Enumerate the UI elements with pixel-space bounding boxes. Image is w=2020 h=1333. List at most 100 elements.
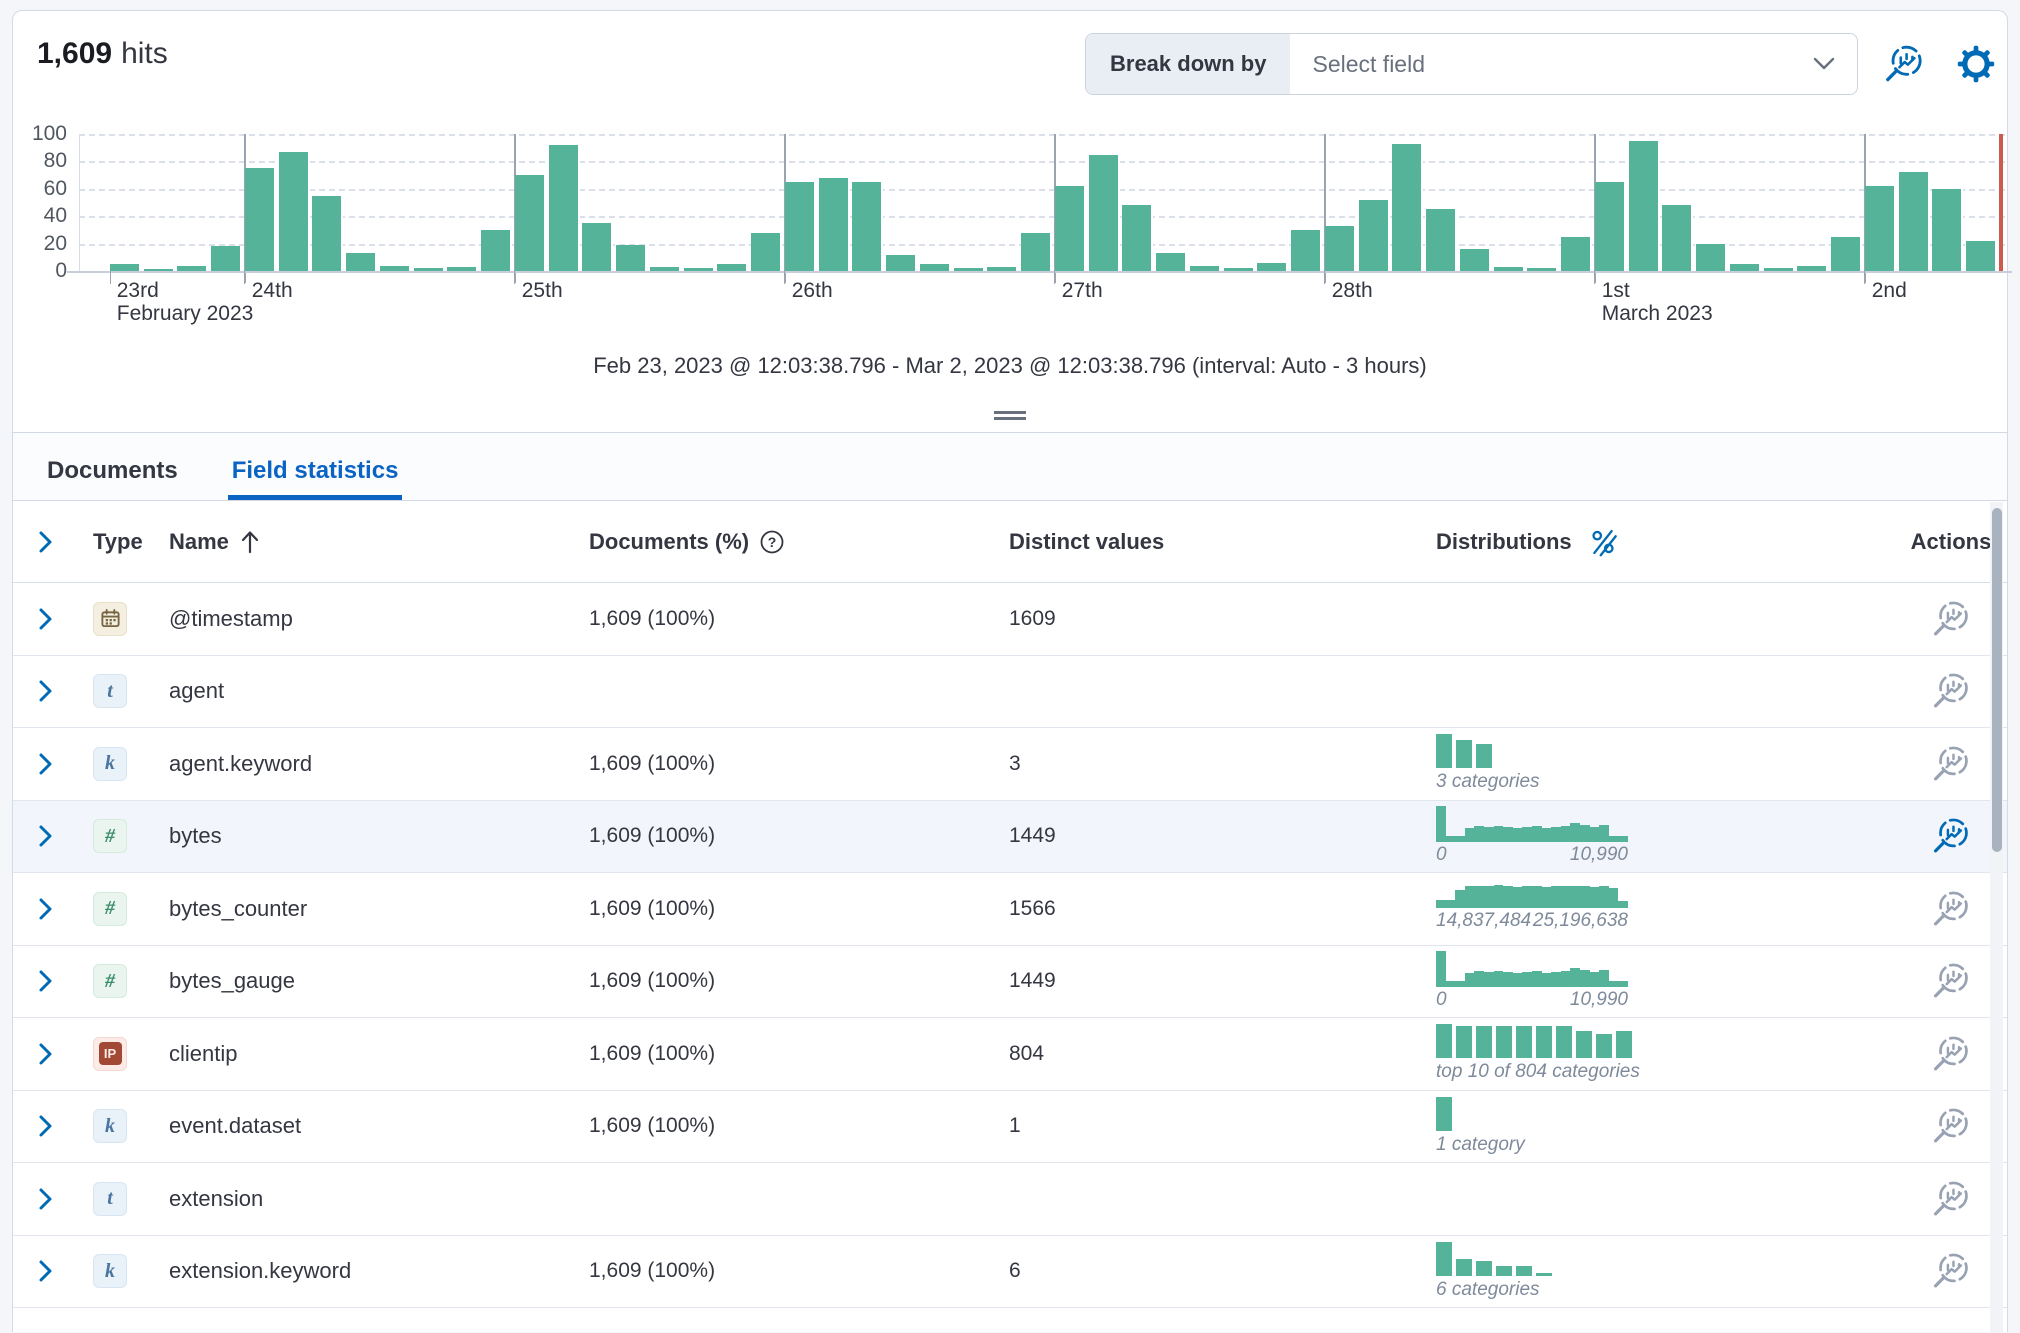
top-values-sparkline [1436,1242,1924,1276]
gridline-y60 [79,189,2005,191]
field-name: event.dataset [169,1113,589,1139]
table-row: tagent [13,656,2007,729]
tab-field-statistics[interactable]: Field statistics [228,457,403,500]
expand-row-button[interactable] [37,894,59,924]
documents-percent: 1,609 (100%) [589,1042,1009,1066]
x-axis-tick-label: 2nd [1872,279,1907,303]
expand-row-button[interactable] [37,604,59,634]
distinct-values: 1449 [1009,824,1424,848]
calendar-icon [93,602,127,636]
header-name[interactable]: Name [169,529,229,555]
field-name: bytes [169,823,589,849]
histogram [79,134,2005,271]
field-stats-action-icon[interactable] [1929,1032,1973,1076]
expand-row-button[interactable] [37,821,59,851]
expand-row-button[interactable] [37,966,59,996]
distribution-cell: 14,837,48425,196,638 [1424,885,1924,932]
expand-row-button[interactable] [37,1256,59,1286]
histogram-bar [1595,182,1626,271]
histogram-bar [1291,230,1322,271]
table-header-row: Type Name Documents (%) ? Distinct value… [13,501,2007,583]
x-axis-tick-label: 27th [1062,279,1103,303]
table-row: #bytes_gauge1,609 (100%)1449010,990 [13,946,2007,1019]
field-name: @timestamp [169,606,589,632]
gear-icon[interactable] [1953,41,1999,87]
histogram-bar [346,253,377,271]
documents-percent: 1,609 (100%) [589,824,1009,848]
histogram-bar [920,264,951,271]
x-axis-tick [1594,271,1595,284]
keyword-field-icon: k [93,1254,127,1288]
histogram-bar [1696,244,1727,271]
histogram-bar [1055,186,1086,271]
field-stats-action-icon[interactable] [1929,1104,1973,1148]
x-axis-month-label: February 2023 [117,302,254,326]
distribution-cell: top 10 of 804 categories [1424,1024,1924,1083]
expand-row-button[interactable] [37,1039,59,1069]
histogram-bar [1561,237,1592,271]
tab-documents[interactable]: Documents [43,457,182,500]
expand-row-button[interactable] [37,1184,59,1214]
histogram-sparkline [1436,951,1924,987]
field-stats-action-icon[interactable] [1929,959,1973,1003]
x-axis-tick-label: 23rd [117,279,159,303]
distinct-values: 6 [1009,1259,1424,1283]
scrollbar-thumb[interactable] [1992,508,2002,852]
histogram-bar [1325,226,1356,271]
histogram-bar [549,145,580,271]
distinct-values: 1 [1009,1114,1424,1138]
field-stats-action-icon[interactable] [1929,1177,1973,1221]
table-row: IPclientip1,609 (100%)804top 10 of 804 c… [13,1018,2007,1091]
text-field-icon: t [93,674,127,708]
help-icon[interactable]: ? [759,529,785,555]
field-stats-action-icon[interactable] [1929,669,1973,713]
histogram-bar [481,230,512,271]
expand-row-button[interactable] [37,676,59,706]
field-stats-action-icon[interactable] [1929,742,1973,786]
breakdown-placeholder: Select field [1312,51,1425,78]
field-stats-action-icon[interactable] [1929,814,1973,858]
expand-all-button[interactable] [37,527,59,557]
documents-percent: 1,609 (100%) [589,969,1009,993]
histogram-bar [717,264,748,271]
gridline-y100 [79,134,2005,136]
breakdown-select[interactable]: Select field [1290,34,1857,94]
field-stats-action-icon[interactable] [1929,597,1973,641]
hits-count: 1,609 [37,37,112,71]
hits-summary: 1,609 hits [37,37,168,71]
histogram-bar [1460,249,1491,271]
sort-ascending-icon[interactable] [239,529,261,555]
x-axis-tick [1864,271,1865,284]
distribution-max: 25,196,638 [1533,910,1628,932]
x-axis-line [67,271,2012,273]
header-actions: Actions [1929,520,1973,564]
header-distributions: Distributions [1436,529,1572,555]
distribution-label: 3 categories [1436,771,1924,793]
histogram-sparkline [1436,885,1924,908]
x-axis-tick-label: 25th [522,279,563,303]
distributions-visibility-icon[interactable] [1588,527,1618,557]
distribution-min: 0 [1436,989,1447,1011]
number-field-icon: # [93,964,127,998]
keyword-field-icon: k [93,747,127,781]
documents-percent: 1,609 (100%) [589,607,1009,631]
distribution-label: top 10 of 804 categories [1436,1061,1924,1083]
field-stats-action-icon[interactable] [1929,887,1973,931]
header-distinct-values: Distinct values [1009,529,1424,555]
histogram-bar [1122,205,1153,271]
y-axis-tick-label: 20 [13,232,67,256]
expand-row-button[interactable] [37,749,59,779]
documents-percent: 1,609 (100%) [589,752,1009,776]
x-axis-tick [110,271,111,284]
chart-options-stats-icon[interactable] [1881,41,1927,87]
histogram-bar [1392,144,1423,271]
x-axis-tick [1324,271,1325,284]
table-row: kevent.dataset1,609 (100%)11 category [13,1091,2007,1164]
field-stats-action-icon[interactable] [1929,1249,1973,1293]
resize-handle[interactable] [994,411,1026,420]
histogram-sparkline [1436,806,1924,842]
x-axis-tick [1054,271,1055,284]
distinct-values: 804 [1009,1042,1424,1066]
documents-percent: 1,609 (100%) [589,897,1009,921]
expand-row-button[interactable] [37,1111,59,1141]
